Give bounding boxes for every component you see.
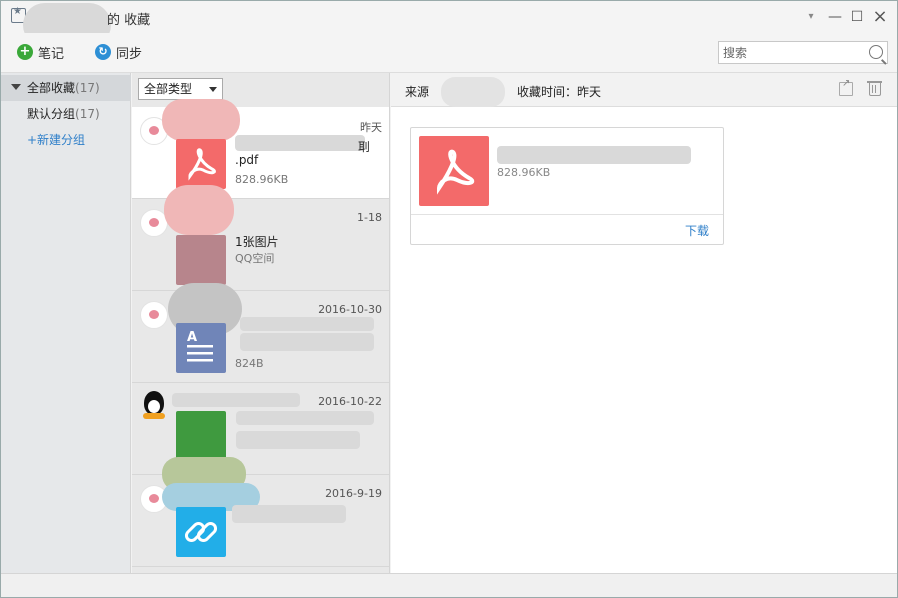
- title-bar: 的 收藏 ▾ — ☐ ×: [1, 1, 897, 33]
- type-filter-dropdown[interactable]: 全部类型: [138, 78, 223, 100]
- sidebar-item-default-group[interactable]: 默认分组(17): [1, 101, 131, 127]
- pdf-thumbnail: [419, 136, 489, 206]
- collapse-triangle-icon[interactable]: [11, 84, 21, 90]
- divider: [411, 214, 723, 215]
- list-item[interactable]: 昨天 .pdf 刵 828.96KB: [132, 107, 390, 199]
- link-icon: [176, 507, 226, 557]
- close-button[interactable]: ×: [870, 7, 890, 27]
- item-subtitle: 824B: [235, 357, 264, 370]
- pdf-thumbnail: [176, 139, 226, 189]
- item-date: 2016-10-22: [318, 395, 382, 408]
- share-icon[interactable]: [839, 82, 853, 96]
- window-menu-button[interactable]: ▾: [801, 7, 821, 27]
- redacted-title: [240, 333, 374, 351]
- detail-header: 来源 收藏时间：昨天: [391, 73, 897, 107]
- redacted-title: [235, 135, 365, 151]
- redacted-sender: [172, 393, 300, 407]
- qq-penguin-avatar: [140, 391, 168, 421]
- source-label: 来源: [405, 83, 429, 100]
- chevron-down-icon: [209, 87, 217, 92]
- item-date: 1-18: [357, 211, 382, 224]
- window-title: 的 收藏: [107, 9, 150, 28]
- detail-pane: 来源 收藏时间：昨天 828.96KB 下载: [391, 73, 897, 573]
- redacted-title: [232, 505, 346, 523]
- item-date: 2016-9-19: [325, 487, 382, 500]
- item-date: 昨天: [360, 119, 382, 135]
- list-item[interactable]: 2016-10-30 A 824B: [132, 291, 390, 383]
- sidebar: 全部收藏(17) 默认分组(17) +新建分组: [1, 73, 131, 573]
- sidebar-item-count: (17): [75, 81, 100, 95]
- search-icon[interactable]: [869, 45, 883, 59]
- item-subtitle: QQ空间: [235, 250, 274, 266]
- sync-icon: ↻: [95, 44, 111, 60]
- sidebar-item-all-favorites[interactable]: 全部收藏(17): [1, 75, 131, 101]
- new-note-label: 笔记: [38, 43, 64, 62]
- file-size: 828.96KB: [497, 166, 550, 179]
- search-box: [718, 41, 888, 64]
- toolbar: + 笔记 ↻ 同步: [1, 33, 897, 73]
- document-thumbnail: A: [176, 323, 226, 373]
- item-title: .pdf: [235, 153, 258, 167]
- avatar: [140, 301, 168, 329]
- svg-text:A: A: [187, 330, 197, 345]
- status-bar: [1, 573, 897, 597]
- pdf-icon: [176, 139, 226, 189]
- new-note-button[interactable]: + 笔记: [17, 41, 64, 63]
- sidebar-item-label: 全部收藏: [27, 81, 75, 95]
- sync-label: 同步: [116, 43, 142, 62]
- image-thumbnail: [176, 411, 226, 461]
- type-filter-value: 全部类型: [144, 82, 192, 96]
- minimize-button[interactable]: —: [825, 7, 845, 27]
- favorites-window: 的 收藏 ▾ — ☐ × + 笔记 ↻ 同步 全部收藏(17) 默认分组(17)…: [0, 0, 898, 598]
- redacted-filename: [497, 146, 691, 164]
- image-thumbnail: [176, 235, 226, 285]
- list-item[interactable]: 2016-9-19: [132, 475, 390, 567]
- item-title: 1张图片: [235, 233, 279, 250]
- sync-button[interactable]: ↻ 同步: [95, 41, 142, 63]
- file-card[interactable]: 828.96KB 下载: [410, 127, 724, 245]
- pdf-icon: [419, 136, 489, 206]
- item-subtitle: 828.96KB: [235, 173, 288, 186]
- favorite-time: 收藏时间：昨天: [517, 83, 601, 100]
- redacted-avatar-area: [164, 185, 234, 235]
- document-icon: A: [176, 323, 226, 373]
- link-thumbnail: [176, 507, 226, 557]
- favorites-list: 全部类型 昨天 .pdf 刵 828.96KB 1-18 1张图片 QQ空间: [132, 73, 390, 573]
- search-input[interactable]: [719, 42, 859, 63]
- list-item[interactable]: 1-18 1张图片 QQ空间: [132, 199, 390, 291]
- sidebar-item-count: (17): [75, 107, 100, 121]
- download-link[interactable]: 下载: [685, 222, 709, 239]
- item-date: 2016-10-30: [318, 303, 382, 316]
- redacted-title: [236, 411, 374, 425]
- redacted-title: [240, 317, 374, 331]
- redacted-title: [236, 431, 360, 449]
- new-group-link[interactable]: +新建分组: [1, 127, 131, 153]
- trash-icon[interactable]: [869, 82, 881, 96]
- sidebar-item-label: 默认分组: [27, 107, 75, 121]
- maximize-button[interactable]: ☐: [847, 7, 867, 27]
- plus-icon: +: [17, 44, 33, 60]
- item-title-tail: 刵: [358, 138, 370, 155]
- redacted-avatar-area: [162, 99, 240, 141]
- redacted-source: [441, 77, 505, 107]
